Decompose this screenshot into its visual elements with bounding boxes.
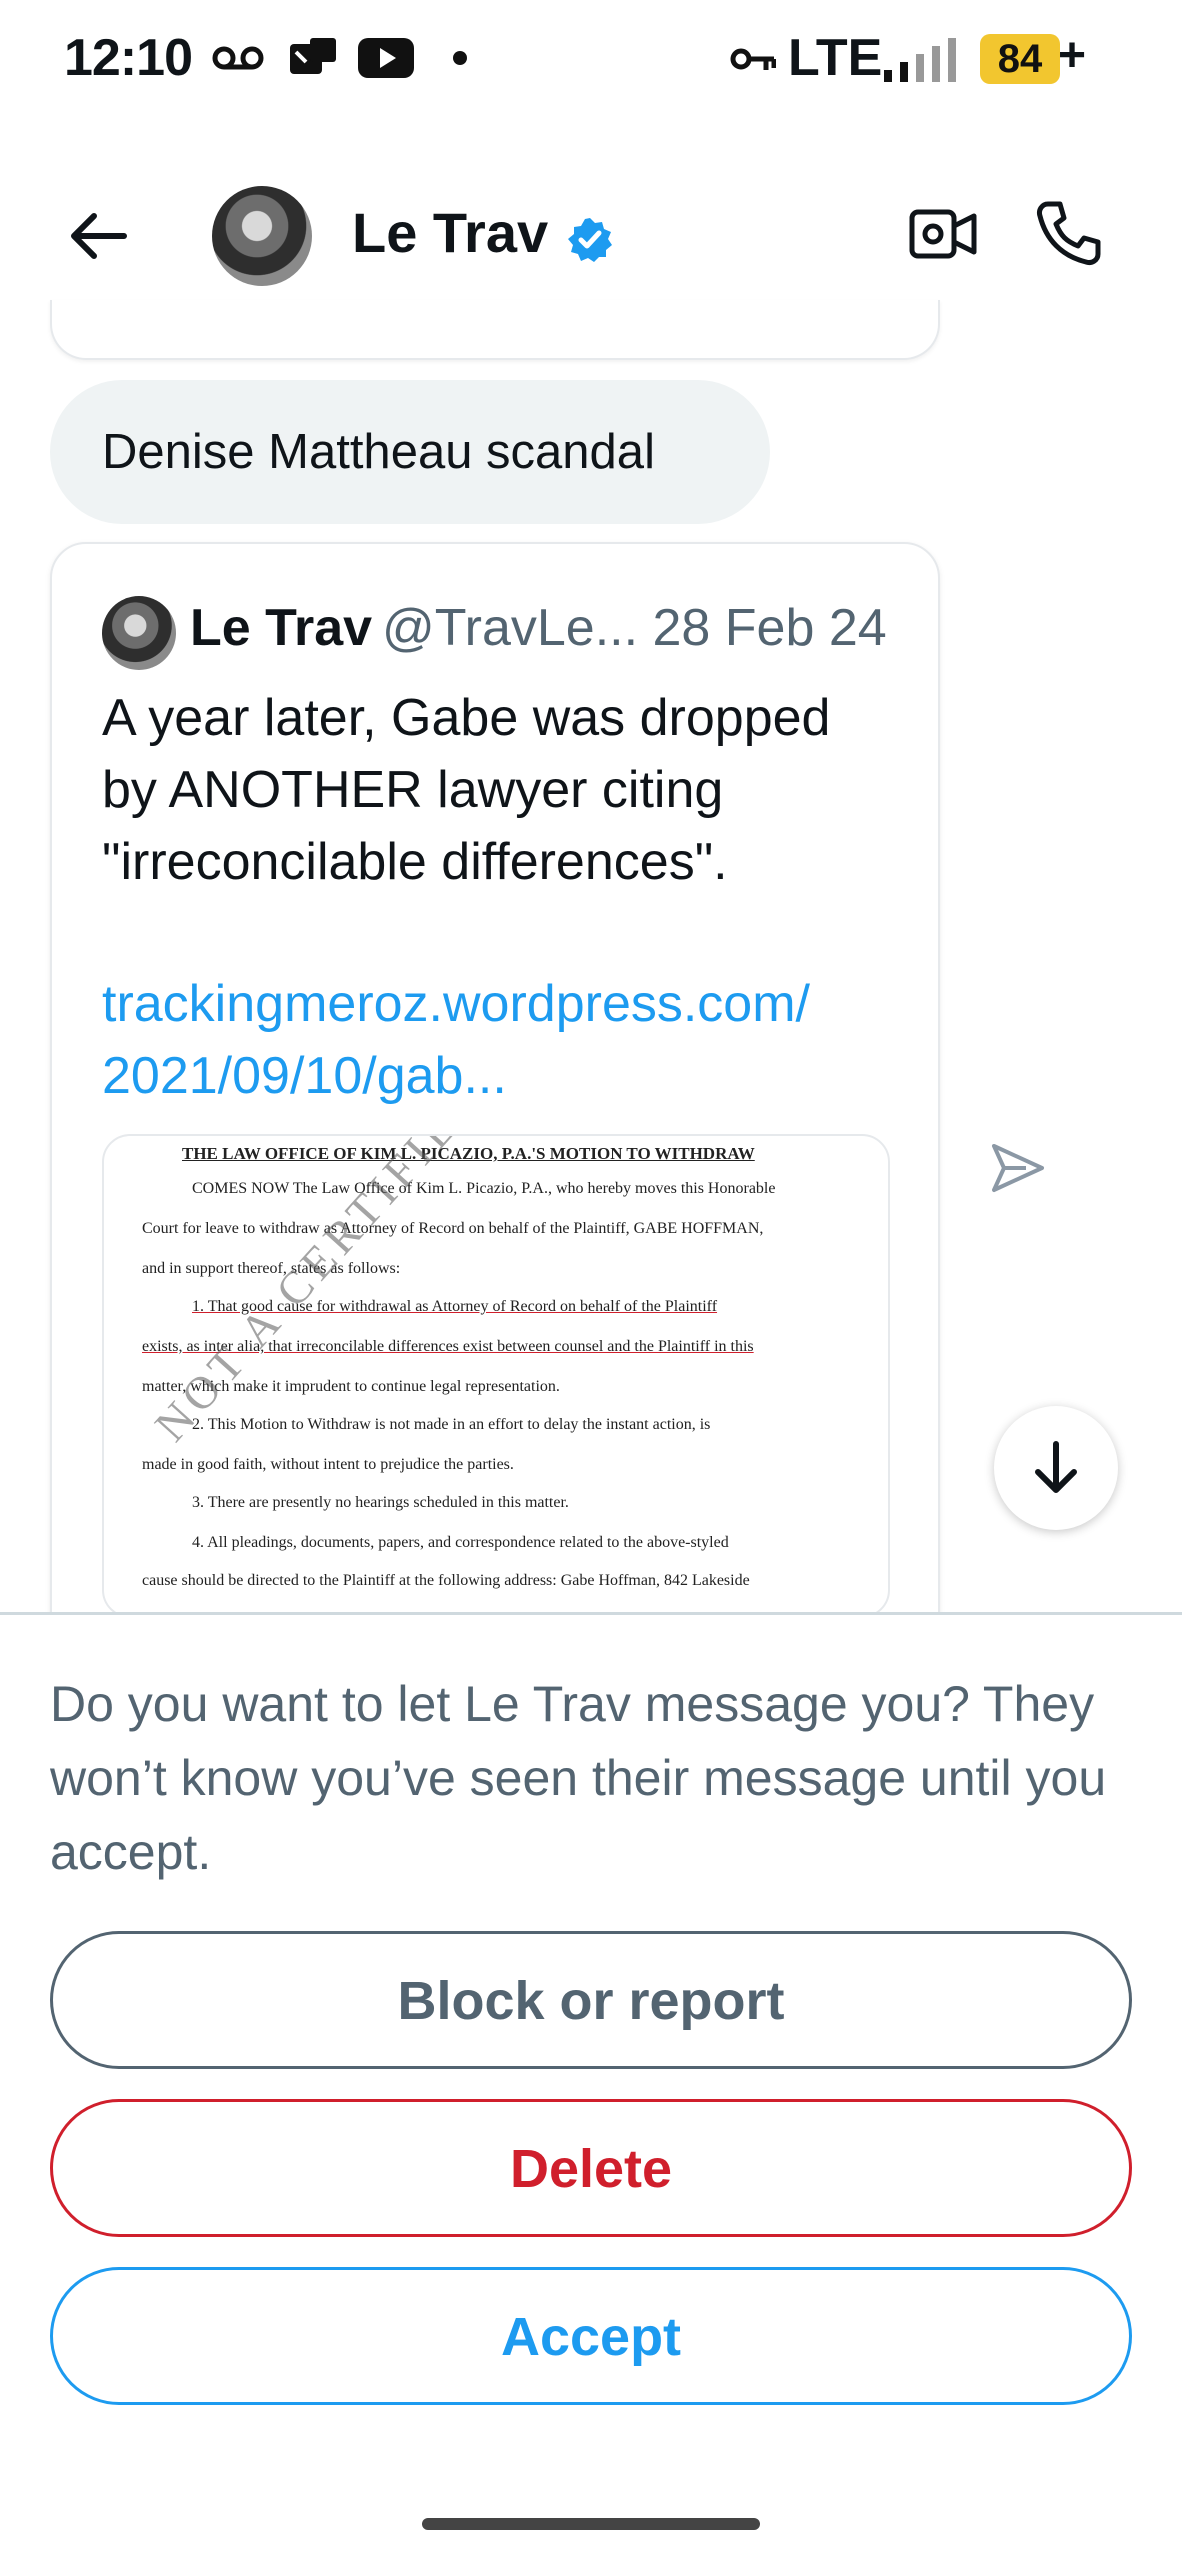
tweet-text: A year later, Gabe was dropped by ANOTHE… bbox=[102, 689, 831, 891]
battery-charging: + bbox=[1058, 29, 1087, 82]
vpn-key-icon bbox=[730, 48, 776, 70]
document-line: Court for leave to withdraw as Attorney … bbox=[142, 1220, 764, 1237]
message-bubble: Denise Mattheau scandal bbox=[50, 380, 770, 524]
delete-button[interactable]: Delete bbox=[50, 2099, 1132, 2237]
battery-level: 84 bbox=[980, 34, 1060, 84]
document-line: 4. All pleadings, documents, papers, and… bbox=[192, 1534, 729, 1551]
accept-button[interactable]: Accept bbox=[50, 2267, 1132, 2405]
video-call-icon[interactable] bbox=[908, 204, 978, 264]
document-line: cause should be directed to the Plaintif… bbox=[142, 1572, 750, 1589]
share-send-icon[interactable] bbox=[990, 1140, 1046, 1196]
avatar[interactable] bbox=[212, 186, 312, 286]
home-indicator[interactable] bbox=[422, 2518, 760, 2530]
signal-icon bbox=[884, 38, 956, 82]
block-or-report-button[interactable]: Block or report bbox=[50, 1931, 1132, 2069]
network-type: LTE bbox=[788, 29, 883, 87]
status-time: 12:10 bbox=[64, 29, 193, 87]
document-line: 2. This Motion to Withdraw is not made i… bbox=[192, 1416, 711, 1433]
tweet-author-avatar bbox=[102, 596, 176, 670]
tweet-link[interactable]: trackingmeroz.wordpress.com/ 2021/09/10/… bbox=[102, 968, 892, 1112]
tweet-handle-date: @TravLe... 28 Feb 24 bbox=[382, 599, 887, 657]
previous-message-card bbox=[50, 300, 940, 360]
message-request-panel: Do you want to let Le Trav message you? … bbox=[0, 1612, 1182, 2563]
conversation-header: Le Trav bbox=[0, 168, 1182, 298]
youtube-icon bbox=[358, 38, 414, 78]
phone-icon[interactable] bbox=[1034, 198, 1104, 268]
request-prompt: Do you want to let Le Trav message you? … bbox=[50, 1676, 1107, 1880]
document-title: THE LAW OFFICE OF KIM L. PICAZIO, P.A.'S… bbox=[182, 1144, 755, 1163]
document-line: made in good faith, without intent to pr… bbox=[142, 1456, 514, 1473]
voicemail-icon bbox=[212, 46, 264, 70]
document-line: 3. There are presently no hearings sched… bbox=[192, 1494, 569, 1511]
tweet-author-name: Le Trav bbox=[190, 599, 373, 657]
arrow-down-icon bbox=[1035, 1441, 1077, 1493]
tweet-link-line1[interactable]: trackingmeroz.wordpress.com/ bbox=[102, 968, 892, 1040]
tweet-link-line2[interactable]: 2021/09/10/gab... bbox=[102, 1040, 892, 1112]
scroll-to-bottom-button[interactable] bbox=[994, 1406, 1118, 1530]
missed-call-icon bbox=[290, 38, 336, 74]
verified-badge-icon bbox=[568, 218, 612, 262]
document-line: COMES NOW The Law Office of Kim L. Picaz… bbox=[192, 1180, 776, 1197]
contact-name[interactable]: Le Trav bbox=[352, 200, 548, 265]
back-arrow-icon[interactable] bbox=[64, 200, 136, 272]
tweet-document-image[interactable]: THE LAW OFFICE OF KIM L. PICAZIO, P.A.'S… bbox=[102, 1134, 890, 1618]
shared-tweet-card[interactable]: Le Trav @TravLe... 28 Feb 24 A year late… bbox=[50, 542, 940, 1666]
dot-icon bbox=[453, 51, 467, 65]
status-bar: 12:10 LTE 84 + bbox=[0, 0, 1182, 120]
